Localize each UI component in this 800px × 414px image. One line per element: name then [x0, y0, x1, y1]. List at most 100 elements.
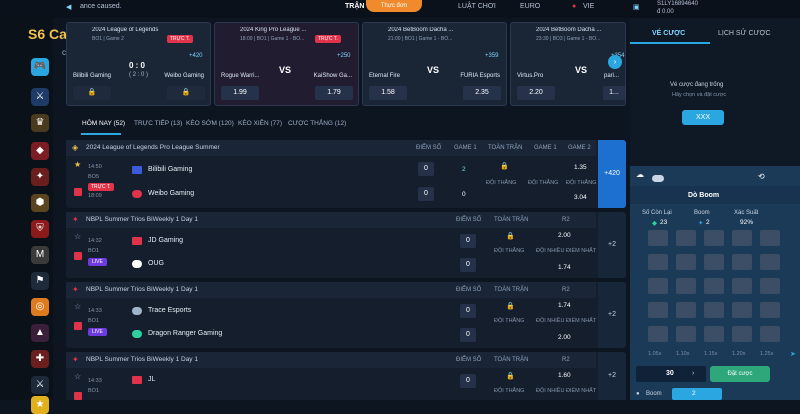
mine-cell[interactable] [676, 278, 696, 294]
odd-button[interactable]: 1.74 [558, 302, 571, 309]
mine-cell[interactable] [648, 278, 668, 294]
more-markets-button[interactable]: +2 [598, 282, 626, 348]
history-icon[interactable]: ⟲ [758, 172, 765, 181]
tab-today[interactable]: HÔM NAY (52) [82, 120, 125, 127]
match-card[interactable]: 2024 League of Legends BO1 | Game 2 TRỰC… [66, 22, 211, 106]
menu-rules[interactable]: LUẬT CHƠI [458, 3, 496, 10]
carousel-next-icon[interactable]: › [608, 55, 622, 69]
currency-selector[interactable]: EURO [520, 3, 540, 10]
tab-parlay[interactable]: KÈO XIÊN (77) [238, 120, 282, 127]
odd-button[interactable]: 2.20 [517, 86, 555, 100]
sidebar-item-dota-icon[interactable]: ♛ [31, 114, 49, 132]
mine-cell[interactable] [648, 230, 668, 246]
sidebar-item-mortal-icon[interactable]: M [31, 246, 49, 264]
mine-cell[interactable] [732, 230, 752, 246]
mine-cell[interactable] [676, 302, 696, 318]
mine-cell[interactable] [732, 326, 752, 342]
mine-cell[interactable] [676, 230, 696, 246]
more-markets-count[interactable]: +359 [485, 53, 499, 59]
sidebar-item-dota2-icon[interactable]: ✦ [31, 168, 49, 186]
tab-live[interactable]: TRỰC TIẾP (13) [134, 120, 182, 127]
odd-button[interactable]: 1.58 [369, 86, 407, 100]
more-markets-button[interactable]: +420 [598, 140, 626, 208]
sidebar-item-valorant-icon[interactable]: ◆ [31, 142, 49, 160]
menu-matches[interactable]: TRẬN [345, 3, 364, 10]
sidebar-item-apex-icon[interactable]: ▲ [31, 324, 49, 342]
odd-button[interactable]: 1.79 [315, 86, 353, 100]
more-markets-count[interactable]: +250 [337, 53, 351, 59]
sidebar-item-pubg-icon[interactable]: ⬢ [31, 194, 49, 212]
mine-cell[interactable] [676, 254, 696, 270]
more-markets-count[interactable]: +420 [189, 53, 203, 59]
mine-cell[interactable] [648, 302, 668, 318]
stream-icon[interactable] [74, 252, 82, 260]
promo-menu-button[interactable]: Thực đơn [366, 0, 422, 12]
sidebar-item-overwatch-icon[interactable]: ◎ [31, 298, 49, 316]
more-markets-button[interactable]: +2 [598, 352, 626, 400]
mine-cell[interactable] [676, 326, 696, 342]
match-time: 14:33 [88, 378, 102, 384]
mine-cell[interactable] [704, 302, 724, 318]
tab-early[interactable]: KÈO SỚM (120) [186, 120, 234, 127]
probability-value: 92% [740, 219, 754, 226]
odd-button[interactable]: 1.99 [221, 86, 259, 100]
sidebar-item-arena-icon[interactable]: ✚ [31, 350, 49, 368]
stream-icon[interactable] [74, 188, 82, 196]
mine-cell[interactable] [648, 326, 668, 342]
odd-button[interactable]: 3.04 [574, 194, 587, 201]
xxx-button[interactable]: XXX [682, 110, 724, 125]
mine-cell[interactable] [704, 254, 724, 270]
toggle-switch[interactable] [652, 175, 664, 182]
odd-button[interactable]: 2.00 [558, 334, 571, 341]
sidebar-item-sword-icon[interactable]: ⚔ [31, 376, 49, 394]
tab-outright[interactable]: CƯỢC THẮNG (12) [288, 120, 346, 127]
match-card[interactable]: 2024 King Pro League ... 18:00 | BO1 | G… [214, 22, 359, 106]
team-a-name: Virtus.Pro [517, 73, 544, 79]
boom-count-select[interactable] [672, 388, 722, 400]
mine-cell[interactable] [704, 326, 724, 342]
live-badge: TRỰC T. [167, 35, 193, 43]
sidebar-item-coin-icon[interactable]: ★ [31, 396, 49, 414]
mine-cell[interactable] [732, 254, 752, 270]
odd-button[interactable]: 1.60 [558, 372, 571, 379]
place-bet-button[interactable]: Đặt cược [710, 366, 770, 382]
gem-icon: ◆ [652, 220, 657, 227]
col-score: ĐIỂM SỐ [456, 217, 482, 223]
stream-icon[interactable] [74, 392, 82, 400]
odd-button[interactable]: 2.00 [558, 232, 571, 239]
mine-cell[interactable] [732, 302, 752, 318]
mine-cell[interactable] [760, 326, 780, 342]
mine-cell[interactable] [760, 302, 780, 318]
match-card[interactable]: 2024 BetBoom Dacha ... 21:00 | BO1 | Gam… [362, 22, 507, 106]
odd-button[interactable]: 1.74 [558, 264, 571, 271]
sidebar-item-shield-icon[interactable]: ⛨ [31, 220, 49, 238]
card-title: 2024 League of Legends [92, 27, 159, 33]
odd-button[interactable]: 2.35 [463, 86, 501, 100]
mine-cell[interactable] [704, 230, 724, 246]
card-sub-score: ( 2 : 0 ) [129, 72, 149, 78]
tab-bet-history[interactable]: LỊCH SỬ CƯỢC [718, 30, 771, 37]
favorite-star-icon[interactable]: ☆ [74, 372, 81, 381]
score-b: 0 [460, 328, 476, 342]
favorite-star-icon[interactable]: ★ [74, 160, 81, 169]
language-selector[interactable]: VIE [583, 3, 594, 10]
mine-cell[interactable] [760, 254, 780, 270]
mine-cell[interactable] [704, 278, 724, 294]
more-markets-button[interactable]: +2 [598, 212, 626, 278]
sidebar-item-lol-icon[interactable]: ⚔ [31, 88, 49, 106]
next-arrow-icon[interactable]: ➤ [790, 350, 796, 358]
favorite-star-icon[interactable]: ☆ [74, 302, 81, 311]
mine-cell[interactable] [732, 278, 752, 294]
odd-button[interactable]: 1.35 [574, 164, 587, 171]
mine-cell[interactable] [648, 254, 668, 270]
multiplier-label: 1.20x [732, 351, 746, 357]
chevron-icon[interactable]: › [692, 370, 694, 377]
live-badge: LIVE [88, 328, 107, 336]
mine-cell[interactable] [760, 230, 780, 246]
odd-button[interactable]: 1... [603, 86, 625, 100]
sidebar-item-hero-icon[interactable]: ⚑ [31, 272, 49, 290]
stream-icon[interactable] [74, 322, 82, 330]
mine-cell[interactable] [760, 278, 780, 294]
tab-bet-slip[interactable]: VÉ CƯỢC [652, 30, 685, 37]
favorite-star-icon[interactable]: ☆ [74, 232, 81, 241]
